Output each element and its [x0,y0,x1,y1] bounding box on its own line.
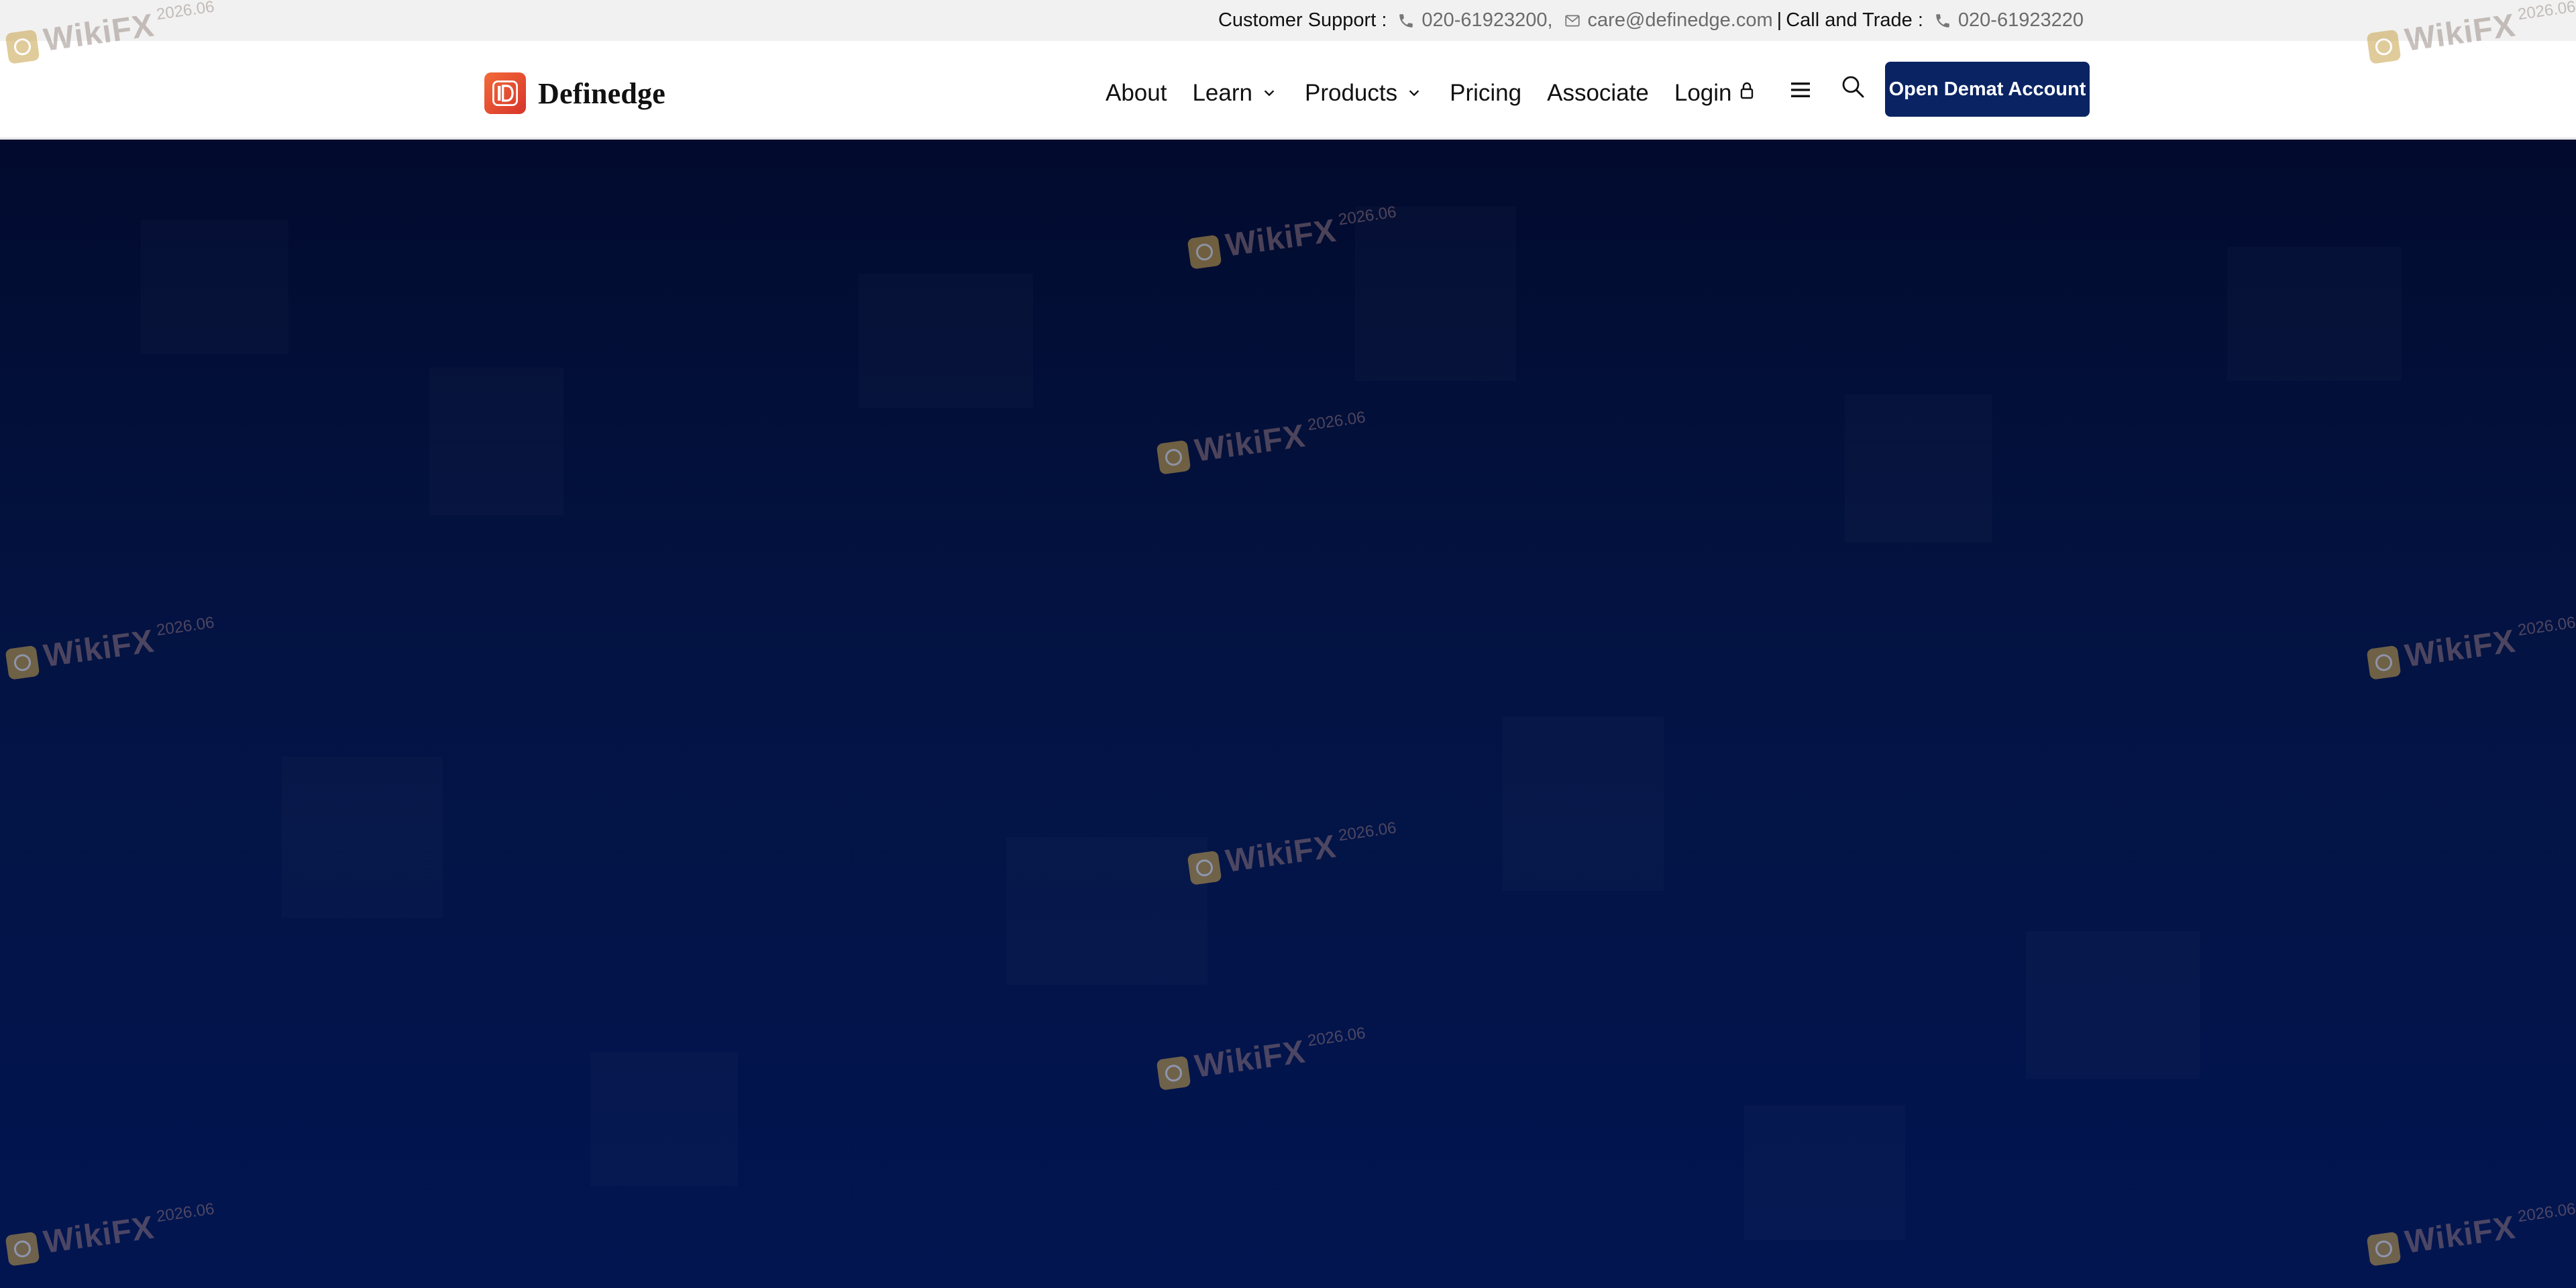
background-pattern-tile [859,274,1033,408]
brand-name: Definedge [538,76,665,110]
definedge-logo-icon [484,72,526,114]
background-pattern-tile [141,220,288,354]
nav-products[interactable]: Products [1305,80,1421,107]
nav-pricing[interactable]: Pricing [1450,80,1521,107]
chevron-down-icon [1262,86,1277,101]
background-pattern-tile [1503,716,1664,891]
support-phone[interactable]: 020-61923200, [1421,9,1552,32]
main-nav: About Learn Products Pricing Associate L… [1106,73,1755,113]
support-email[interactable]: care@definedge.com [1588,9,1773,32]
background-pattern-tile [2227,247,2402,381]
topbar-separator: | [1776,9,1782,31]
lock-icon [1739,81,1755,100]
open-demat-account-button[interactable]: Open Demat Account [1885,62,2090,117]
background-pattern-tile [282,757,443,918]
background-pattern-tile [590,1052,738,1186]
background-pattern-tile [1845,394,1992,542]
nav-about[interactable]: About [1106,80,1167,107]
nav-associate[interactable]: Associate [1547,80,1649,107]
site-header: Definedge About Learn Products Pricing A… [0,41,2576,139]
background-pattern-tile [1006,837,1208,985]
menu-icon[interactable] [1790,80,1811,99]
chevron-down-icon [1407,86,1421,101]
nav-products-label: Products [1305,80,1398,106]
nav-about-label: About [1106,80,1167,106]
background-pattern-tile [1355,207,1516,381]
background-pattern-tile [429,368,564,515]
brand-logo[interactable]: Definedge [484,72,665,114]
customer-support-label: Customer Support : [1218,9,1387,31]
search-icon[interactable] [1841,74,1865,99]
nav-login[interactable]: Login [1674,80,1755,107]
hero-section [0,140,2576,1288]
phone-icon [1397,12,1415,30]
nav-associate-label: Associate [1547,80,1649,106]
nav-learn[interactable]: Learn [1192,80,1277,107]
call-and-trade-label: Call and Trade : [1786,9,1923,31]
phone-icon [1934,12,1951,30]
trade-phone[interactable]: 020-61923220 [1958,9,2084,32]
nav-login-label: Login [1674,80,1732,106]
nav-learn-label: Learn [1192,80,1252,106]
background-pattern-tile [1744,1106,1905,1240]
background-pattern-tile [2026,931,2200,1079]
mail-icon [1564,12,1581,30]
nav-pricing-label: Pricing [1450,80,1522,106]
top-contact-bar: Customer Support : 020-61923200, care@de… [0,0,2576,41]
